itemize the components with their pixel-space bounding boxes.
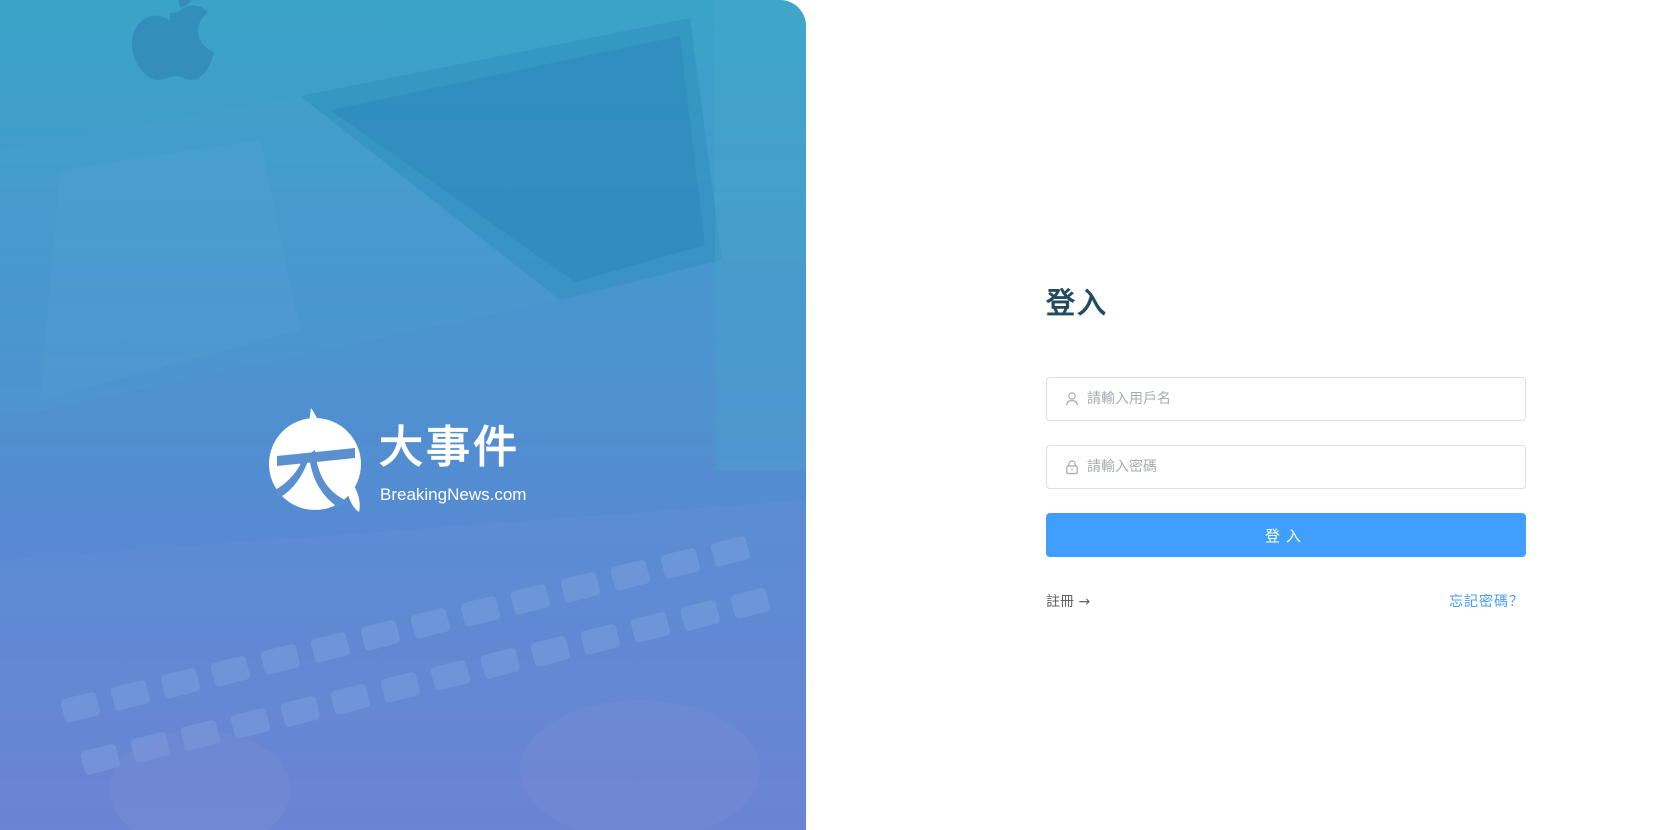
- forgot-password-link[interactable]: 忘記密碼？: [1449, 592, 1524, 612]
- apple-logo-icon: [132, 0, 214, 81]
- hero-panel: 大事件 BreakingNews.com: [0, 0, 806, 830]
- brand-logo: 大事件 BreakingNews.com: [263, 404, 533, 516]
- login-button[interactable]: 登入: [1046, 513, 1526, 557]
- user-icon: [1065, 392, 1079, 406]
- username-input[interactable]: [1087, 378, 1507, 420]
- login-page: 大事件 BreakingNews.com 登入 登入 註冊 → 忘記密碼？: [0, 0, 1669, 830]
- auth-links: 註冊 → 忘記密碼？: [1046, 592, 1526, 612]
- brand-title: 大事件: [379, 422, 520, 473]
- lock-icon: [1066, 460, 1078, 475]
- register-link[interactable]: 註冊 →: [1046, 592, 1090, 612]
- brand-domain: BreakingNews.com: [380, 485, 527, 504]
- page-title: 登入: [1046, 286, 1109, 320]
- breakingnews-logo-icon: [269, 408, 361, 512]
- password-field[interactable]: [1046, 445, 1526, 489]
- password-input[interactable]: [1087, 446, 1507, 488]
- username-field[interactable]: [1046, 377, 1526, 421]
